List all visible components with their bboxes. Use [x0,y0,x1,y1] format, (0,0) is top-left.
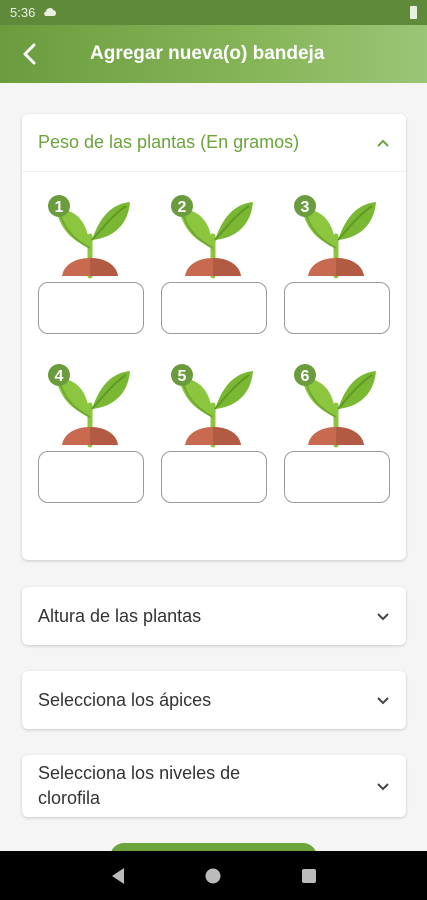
plant-item: 3 [284,186,390,334]
plant-item: 6 [284,355,390,503]
sprout-icon: 6 [294,364,376,448]
plant-number: 1 [55,199,64,216]
plant-number: 4 [55,368,64,385]
system-nav-bar [0,851,427,900]
plant-weight-input[interactable] [38,282,144,334]
height-section[interactable]: Altura de las plantas [22,587,406,645]
plant-number: 5 [178,368,187,385]
nav-home-icon[interactable] [205,868,221,884]
weight-section-title: Peso de las plantas (En gramos) [38,132,300,152]
plant-number: 2 [178,199,187,216]
chevron-down-icon [377,783,389,791]
apices-section[interactable]: Selecciona los ápices [22,671,406,729]
nav-back-icon[interactable] [110,867,126,885]
plant-weight-input[interactable] [284,451,390,503]
chevron-up-icon [377,139,389,147]
plant-weight-input[interactable] [38,451,144,503]
sprout-icon: 5 [171,364,253,448]
height-section-header[interactable]: Altura de las plantas [22,587,406,645]
weight-section-header[interactable]: Peso de las plantas (En gramos) [22,114,406,172]
plant-item: 4 [38,355,144,503]
plant-weight-input[interactable] [284,282,390,334]
chlorophyll-section[interactable]: Selecciona los niveles de clorofila [22,755,406,817]
sprout-icon: 2 [171,195,253,279]
page-title: Agregar nueva(o) bandeja [90,43,325,64]
chlorophyll-section-header[interactable]: Selecciona los niveles de clorofila [22,755,406,817]
plant-item: 2 [161,186,267,334]
app-bar: Agregar nueva(o) bandeja [0,25,427,83]
apices-section-header[interactable]: Selecciona los ápices [22,671,406,729]
plant-number: 6 [301,368,310,385]
back-button[interactable] [0,25,60,83]
chlorophyll-section-title: Selecciona los niveles de clorofila [38,761,240,811]
chlorophyll-title-line1: Selecciona los niveles de [38,763,241,783]
plant-weight-input[interactable] [161,282,267,334]
weight-section: Peso de las plantas (En gramos) 1 2 3 4 5 6 [22,114,406,560]
plant-weight-input[interactable] [161,451,267,503]
plant-grid: 1 2 3 4 5 6 [22,172,406,503]
sprout-icon: 4 [48,364,130,448]
sprout-icon: 1 [48,195,130,279]
apices-section-title: Selecciona los ápices [38,689,212,710]
sprout-icon: 3 [294,195,376,279]
plant-item: 1 [38,186,144,334]
status-time: 5:36 [10,5,36,20]
height-section-title: Altura de las plantas [38,605,202,626]
plant-item: 5 [161,355,267,503]
cloud-icon [44,8,57,16]
chevron-down-icon [377,613,389,621]
chlorophyll-title-line2: clorofila [38,788,101,808]
battery-icon [410,6,417,19]
status-bar: 5:36 [0,0,427,25]
chevron-down-icon [377,697,389,705]
nav-recents-icon[interactable] [301,868,317,884]
arrow-left-icon [23,43,36,65]
plant-number: 3 [301,199,310,216]
